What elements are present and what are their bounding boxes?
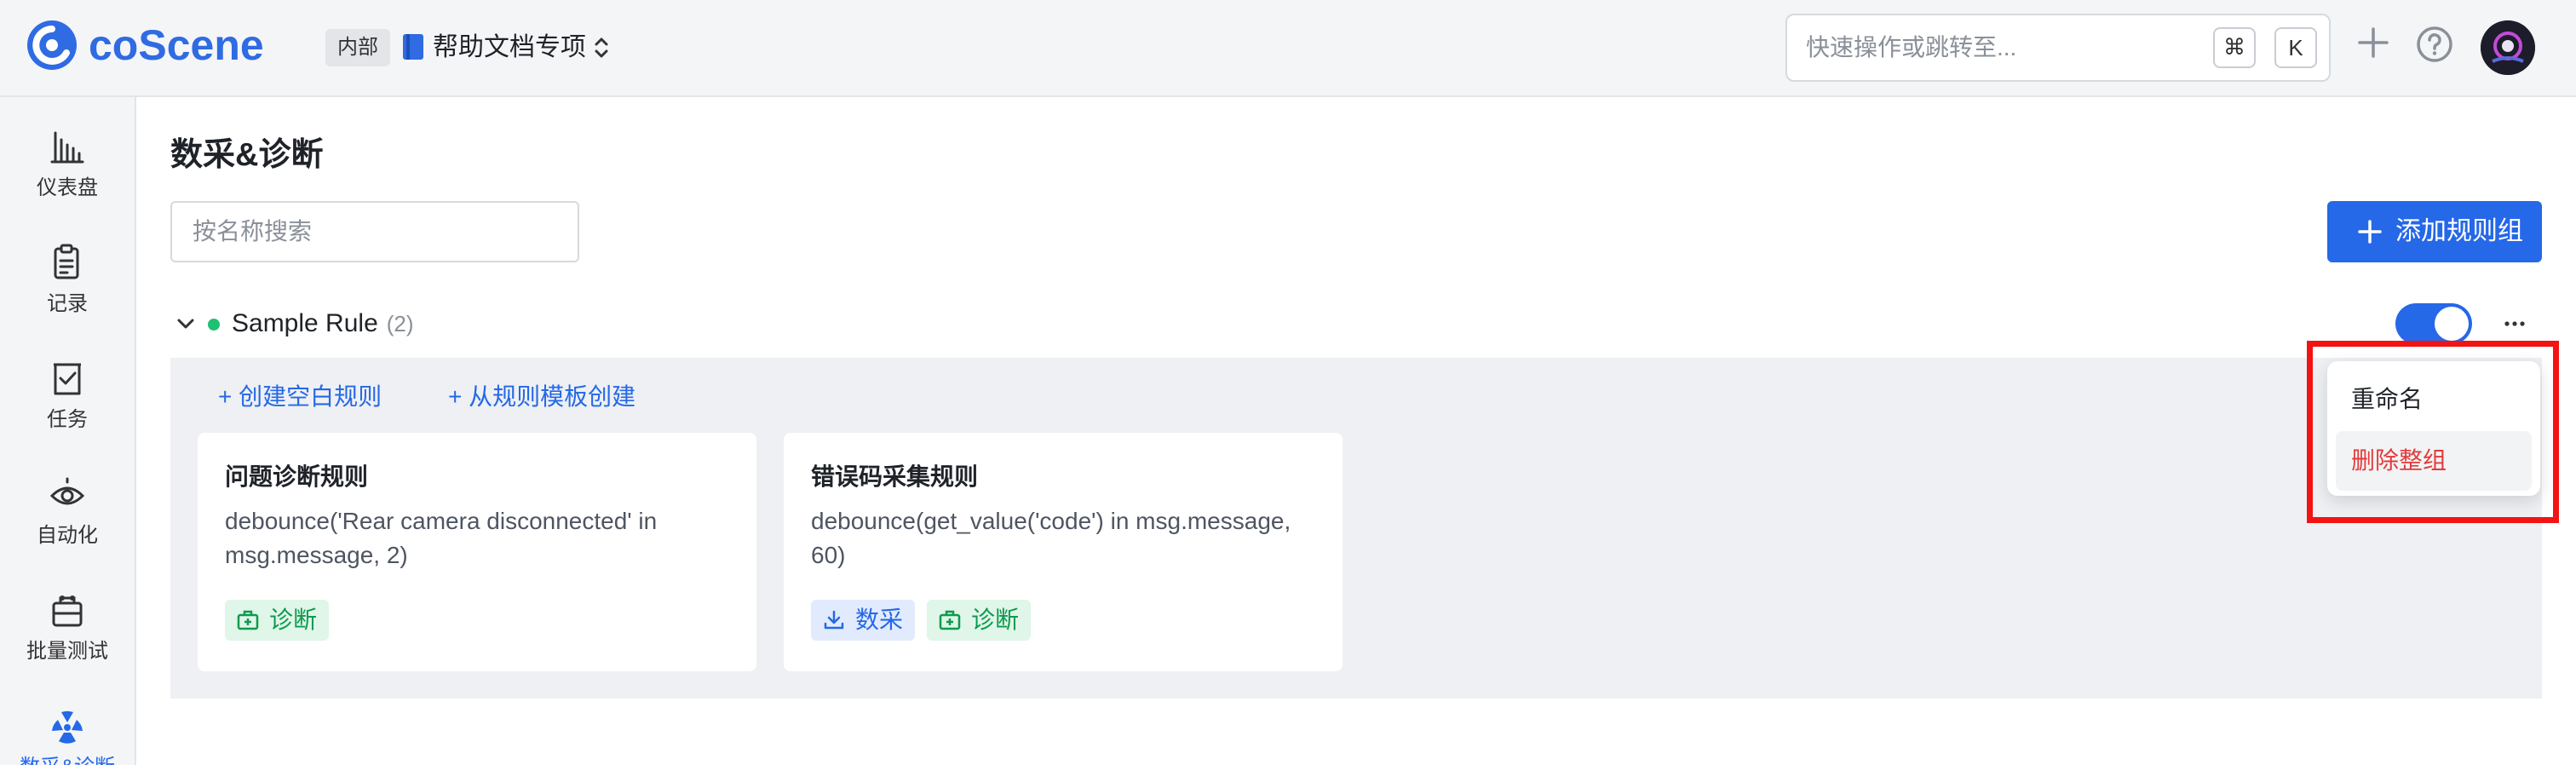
workspace-badge: 内部: [325, 29, 390, 66]
medkit-icon: [939, 610, 961, 630]
tag-label: 数采: [855, 607, 904, 633]
logo[interactable]: coScene: [26, 19, 264, 72]
sidebar-item-tasks[interactable]: 任务: [0, 359, 135, 432]
rule-card[interactable]: 问题诊断规则 debounce('Rear camera disconnecte…: [198, 433, 756, 671]
sidebar-item-records[interactable]: 记录: [0, 244, 135, 316]
sidebar-item-batch-test[interactable]: 批量测试: [0, 591, 135, 664]
sidebar-item-label: 仪表盘: [37, 176, 98, 199]
top-bar: coScene 内部 帮助文档专项 快速操作或跳转至... ⌘ K: [0, 0, 2576, 97]
name-search-input[interactable]: 按名称搜索: [170, 201, 579, 262]
highlight-box: [2307, 341, 2559, 523]
more-icon[interactable]: [2501, 310, 2528, 337]
rule-title: 问题诊断规则: [225, 463, 369, 490]
tag-label: 诊断: [971, 607, 1020, 633]
create-from-template-button[interactable]: + 从规则模板创建: [448, 380, 635, 414]
plus-icon: +: [218, 383, 239, 410]
shortcut-cmd-key: ⌘: [2213, 27, 2256, 68]
chevron-down-icon[interactable]: [174, 312, 198, 336]
search-placeholder: 按名称搜索: [193, 218, 313, 244]
rule-group-toggle[interactable]: [2395, 303, 2472, 344]
radiation-icon: [52, 710, 83, 744]
add-rule-group-label: 添加规则组: [2395, 217, 2523, 245]
rule-group-panel: + 创建空白规则 + 从规则模板创建 问题诊断规则 debounce('Rear…: [170, 358, 2542, 699]
chevron-updown-icon[interactable]: [591, 34, 612, 61]
batch-test-icon: [52, 595, 83, 627]
task-check-icon: [54, 363, 81, 395]
avatar[interactable]: [2481, 20, 2535, 75]
plus-icon[interactable]: [2356, 26, 2390, 60]
sidebar-item-label: 批量测试: [26, 640, 108, 663]
plus-icon: [2358, 220, 2382, 244]
workspace-name[interactable]: 帮助文档专项: [433, 29, 586, 66]
bar-chart-icon: [50, 131, 84, 164]
sidebar-item-dashboard[interactable]: 仪表盘: [0, 128, 135, 200]
rule-group-title: Sample Rule: [232, 309, 378, 337]
automation-icon: [49, 477, 85, 505]
diagnose-tag: 诊断: [225, 600, 330, 641]
avatar-image-icon: [2481, 20, 2535, 75]
rule-group-header: Sample Rule (2): [170, 303, 2542, 344]
book-icon: [403, 34, 423, 60]
tag-label: 诊断: [269, 607, 318, 633]
clipboard-icon: [54, 244, 79, 279]
plus-icon: +: [448, 383, 469, 410]
sidebar-item-label: 数采&诊断: [0, 750, 135, 765]
toggle-knob: [2435, 307, 2469, 341]
help-icon[interactable]: [2416, 26, 2453, 63]
global-search-input[interactable]: 快速操作或跳转至... ⌘ K: [1785, 14, 2331, 82]
create-blank-rule-label: 创建空白规则: [239, 383, 382, 410]
sidebar-item-label: 自动化: [37, 524, 98, 547]
medkit-icon: [237, 610, 259, 630]
sidebar-item-label: 记录: [47, 292, 88, 315]
collect-tag: 数采: [811, 600, 916, 641]
sidebar-item-data-diagnosis[interactable]: 数采&诊断: [0, 707, 135, 765]
shortcut-k-key: K: [2274, 27, 2317, 68]
diagnose-tag: 诊断: [927, 600, 1032, 641]
sidebar: 仪表盘 记录 任务 自动化 批量测试: [0, 97, 136, 765]
status-dot: [208, 319, 220, 331]
rule-count: (2): [386, 311, 414, 336]
rule-expression: debounce(get_value('code') in msg.messag…: [811, 508, 1291, 568]
logo-text: coScene: [89, 21, 264, 69]
rule-title: 错误码采集规则: [811, 463, 979, 490]
sidebar-item-automation[interactable]: 自动化: [0, 475, 135, 548]
create-blank-rule-button[interactable]: + 创建空白规则: [218, 380, 382, 414]
add-rule-group-button[interactable]: 添加规则组: [2327, 201, 2542, 262]
rule-expression: debounce('Rear camera disconnected' in m…: [225, 508, 658, 568]
rule-group-name[interactable]: Sample Rule (2): [232, 307, 414, 341]
sidebar-item-label: 任务: [47, 408, 88, 431]
page-title: 数采&诊断: [170, 137, 324, 173]
rule-card[interactable]: 错误码采集规则 debounce(get_value('code') in ms…: [784, 433, 1343, 671]
coscene-logo-icon: [27, 20, 77, 70]
download-tray-icon: [824, 610, 844, 630]
search-placeholder: 快速操作或跳转至...: [1806, 34, 2017, 60]
create-from-template-label: 从规则模板创建: [469, 383, 636, 410]
